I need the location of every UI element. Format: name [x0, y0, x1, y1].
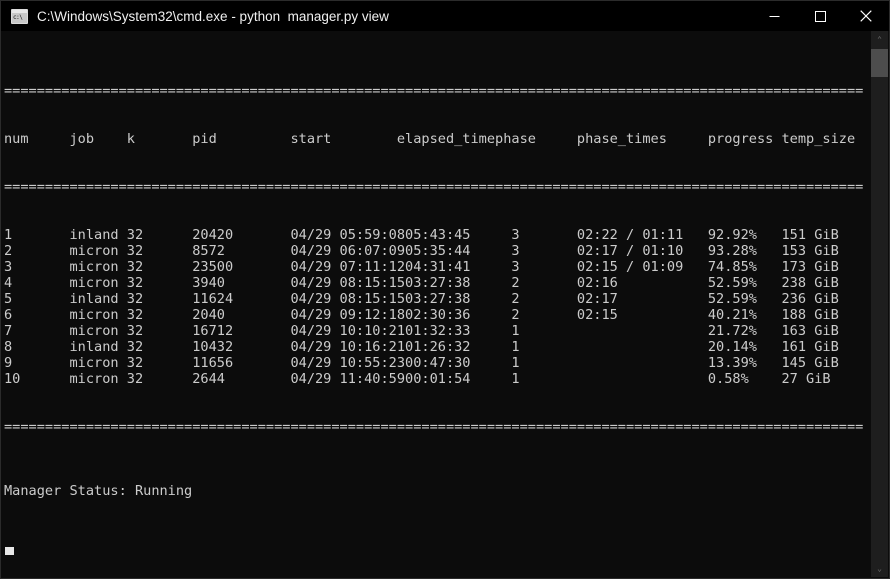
- jobs-table-bottom-separator: ========================================…: [4, 419, 864, 435]
- console-output-area[interactable]: ========================================…: [2, 31, 888, 577]
- jobs-table-row: 5 inland 32 11624 04/29 08:15:1503:27:38…: [4, 291, 839, 307]
- jobs-table-header-row: num job k pid start elapsed_timephase ph…: [4, 131, 856, 147]
- jobs-table-top-separator: ========================================…: [4, 83, 864, 99]
- title-bar[interactable]: C:\Windows\System32\cmd.exe - python man…: [1, 1, 889, 31]
- manager-status-line: Manager Status: Running: [4, 483, 193, 499]
- jobs-table-row: 9 micron 32 11656 04/29 10:55:2300:47:30…: [4, 355, 839, 371]
- spacer-line-1: [4, 531, 863, 547]
- scrollbar-thumb[interactable]: [871, 49, 888, 77]
- jobs-table-header-separator: ========================================…: [4, 179, 864, 195]
- jobs-table-row: 3 micron 32 23500 04/29 07:11:1204:31:41…: [4, 259, 839, 275]
- cmd-window: C:\Windows\System32\cmd.exe - python man…: [0, 0, 890, 579]
- minimize-button[interactable]: [751, 1, 797, 31]
- maximize-button[interactable]: [797, 1, 843, 31]
- terminal-text: ========================================…: [2, 31, 863, 577]
- jobs-table-body: 1 inland 32 20420 04/29 05:59:0805:43:45…: [4, 227, 863, 387]
- jobs-table-row: 8 inland 32 10432 04/29 10:16:2101:26:32…: [4, 339, 839, 355]
- close-button[interactable]: [843, 1, 889, 31]
- text-cursor: [5, 547, 14, 555]
- jobs-table-row: 10 micron 32 2644 04/29 11:40:5900:01:54…: [4, 371, 831, 387]
- window-title: C:\Windows\System32\cmd.exe - python man…: [37, 8, 389, 24]
- cmd-console-icon: [11, 8, 28, 24]
- vertical-scrollbar[interactable]: ⌃ ⌄: [871, 31, 888, 577]
- jobs-table-row: 1 inland 32 20420 04/29 05:59:0805:43:45…: [4, 227, 839, 243]
- window-controls: [751, 1, 889, 31]
- jobs-table-row: 6 micron 32 2040 04/29 09:12:1802:30:36 …: [4, 307, 839, 323]
- jobs-table-row: 2 micron 32 8572 04/29 06:07:0905:35:44 …: [4, 243, 839, 259]
- scroll-up-arrow-icon[interactable]: ⌃: [871, 31, 888, 48]
- scroll-down-arrow-icon[interactable]: ⌄: [871, 560, 888, 577]
- jobs-table-row: 4 micron 32 3940 04/29 08:15:1503:27:38 …: [4, 275, 839, 291]
- jobs-table-row: 7 micron 32 16712 04/29 10:10:2101:32:33…: [4, 323, 839, 339]
